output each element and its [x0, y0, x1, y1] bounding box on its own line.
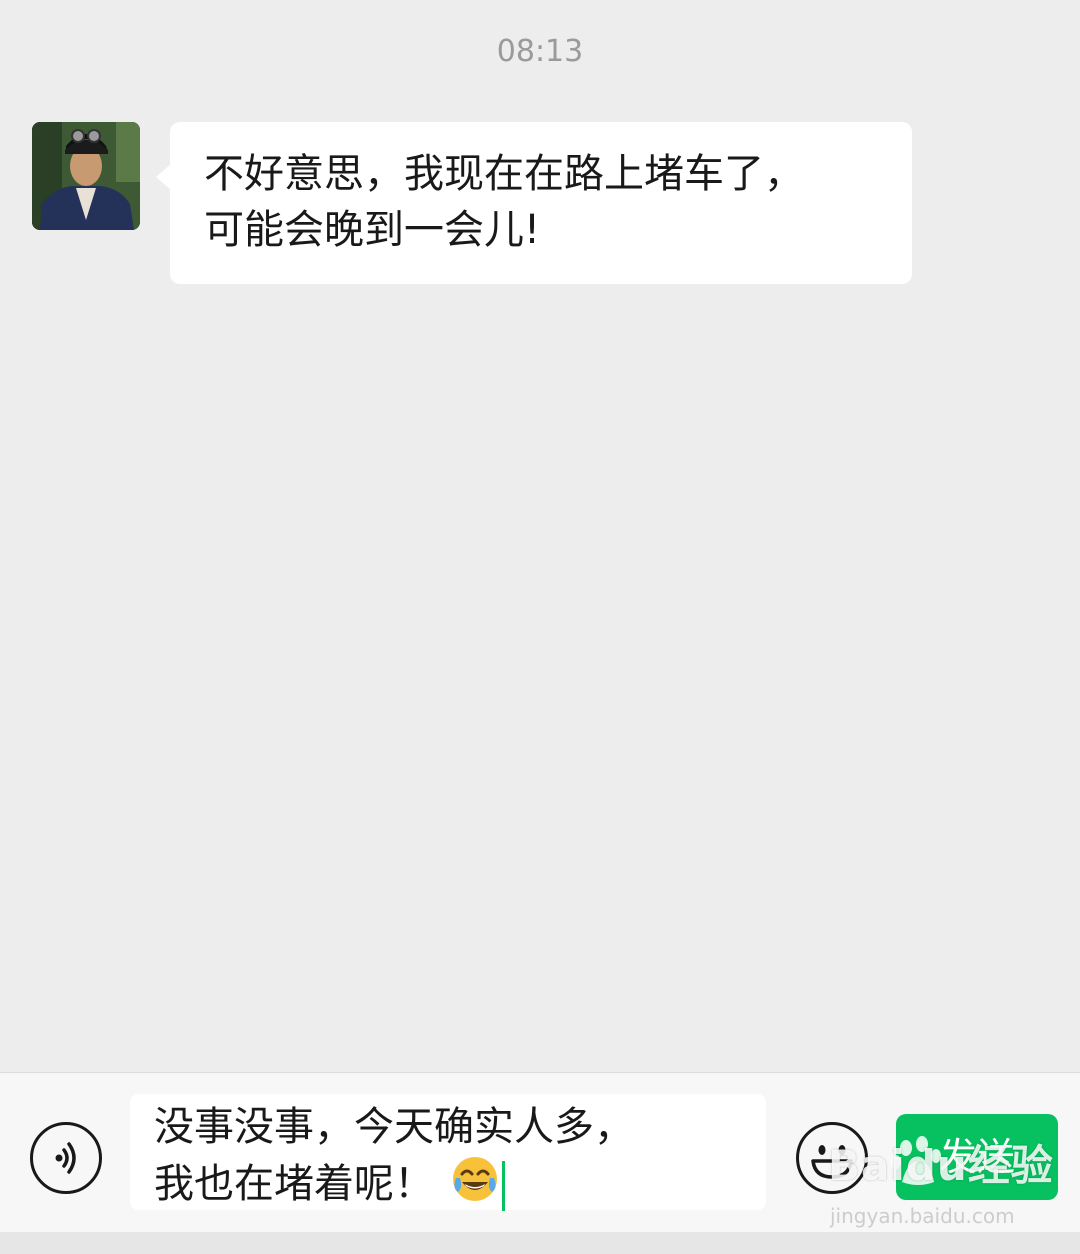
contact-avatar[interactable] [32, 122, 140, 230]
incoming-message-bubble[interactable]: 不好意思，我现在在路上堵车了， 可能会晚到一会儿! [156, 122, 912, 284]
input-text-line-2: 我也在堵着呢！ [154, 1154, 746, 1218]
send-button[interactable]: 发送 [896, 1114, 1058, 1200]
input-text-span: 我也在堵着呢！ [154, 1161, 434, 1207]
voice-toggle-icon [55, 1142, 76, 1174]
smiley-face-icon [811, 1145, 853, 1179]
message-text-line: 可能会晚到一会儿! [204, 207, 541, 253]
input-text-line: 没事没事，今天确实人多， [154, 1104, 634, 1150]
user-avatar-photo-icon [32, 122, 140, 230]
message-text-line: 不好意思，我现在在路上堵车了， [204, 151, 804, 197]
bottom-safe-area [0, 1232, 1080, 1254]
message-timestamp: 08:13 [496, 34, 584, 69]
text-caret [502, 1161, 505, 1211]
message-input-field[interactable]: 没事没事，今天确实人多， 我也在堵着呢！ [130, 1094, 766, 1211]
tears-of-joy-emoji-icon [450, 1154, 500, 1218]
emoji-picker-button[interactable] [796, 1122, 868, 1194]
voice-input-button[interactable] [30, 1122, 102, 1194]
